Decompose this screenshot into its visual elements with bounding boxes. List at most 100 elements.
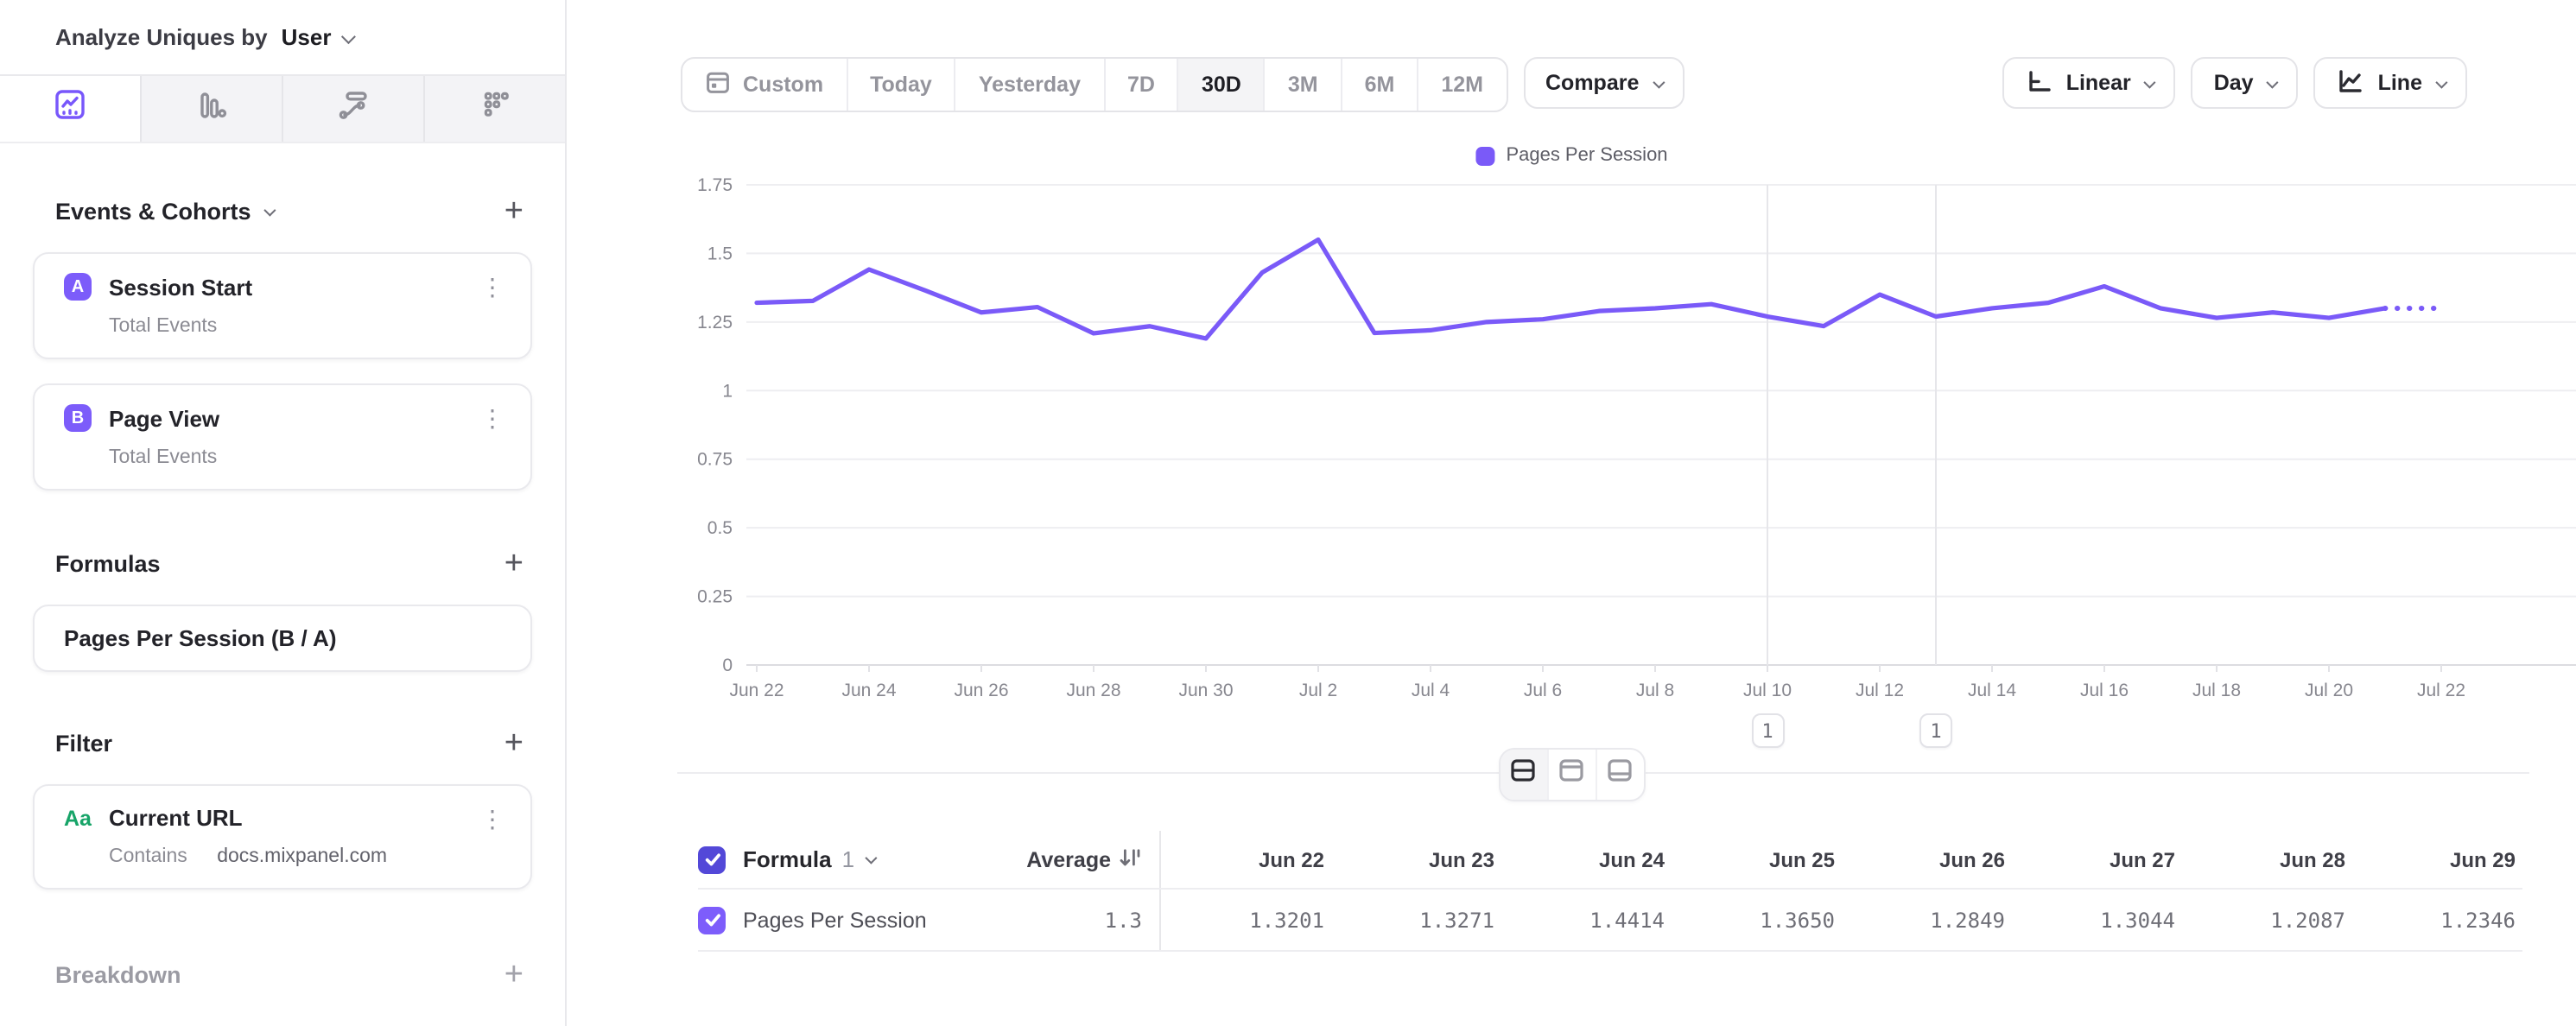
select-all-checkbox[interactable] [698, 846, 726, 873]
analyze-header: Analyze Uniques by User [0, 0, 565, 74]
tab-flow[interactable] [282, 76, 423, 142]
svg-text:Jun 30: Jun 30 [1178, 681, 1233, 700]
events-cohorts-title: Events & Cohorts [55, 199, 274, 225]
chevron-down-icon [864, 852, 876, 864]
svg-text:Jul 22: Jul 22 [2417, 681, 2465, 700]
kebab-menu-icon[interactable]: ⋮ [475, 275, 510, 299]
column-header: Jun 28 [2182, 847, 2352, 871]
filter-card-current-url[interactable]: Aa Current URL ⋮ Contains docs.mixpanel.… [33, 784, 532, 890]
event-card-page-view[interactable]: B Page View ⋮ Total Events [33, 383, 532, 491]
event-aggregation[interactable]: Total Events [109, 447, 510, 468]
formulas-header: Formulas + [0, 548, 565, 580]
layout-table-bottom-button[interactable] [1595, 750, 1643, 800]
line-chart-canvas[interactable]: 00.250.50.7511.251.51.75Jun 22Jun 24Jun … [567, 0, 2576, 712]
results-table: Formula 1 Average [698, 831, 2522, 952]
filter-title: Filter [55, 731, 112, 757]
formula-card[interactable]: Pages Per Session (B / A) [33, 605, 532, 672]
events-cohorts-header: Events & Cohorts + [0, 195, 565, 228]
add-formula-button[interactable]: + [504, 548, 523, 580]
tab-bar-chart[interactable] [140, 76, 282, 142]
report-type-tabs [0, 74, 565, 143]
average-sort-button[interactable]: Average [1026, 846, 1142, 873]
svg-text:Jul 8: Jul 8 [1636, 681, 1674, 700]
event-card-session-start[interactable]: A Session Start ⋮ Total Events [33, 252, 532, 359]
svg-text:Jun 22: Jun 22 [729, 681, 784, 700]
svg-text:Jul 18: Jul 18 [2192, 681, 2241, 700]
tab-dots-grid[interactable] [423, 76, 565, 142]
insights-chart-icon [54, 87, 86, 129]
filter-value[interactable]: docs.mixpanel.com [217, 846, 387, 867]
table-header-row: Formula 1 Average [698, 831, 2522, 890]
chart-top-view-icon [1558, 757, 1585, 793]
table-value: 1.3650 [1672, 908, 1842, 932]
svg-text:1.5: 1.5 [707, 244, 733, 263]
event-aggregation[interactable]: Total Events [109, 316, 510, 337]
add-filter-button[interactable]: + [504, 727, 523, 760]
breakdown-title: Breakdown [55, 962, 181, 988]
table-value: 1.2087 [2182, 908, 2352, 932]
formula-name[interactable]: Pages Per Session (B / A) [64, 625, 510, 651]
formula-group-dropdown[interactable]: Formula 1 [743, 846, 873, 872]
annotation-badge[interactable]: 1 [1919, 713, 1952, 748]
average-value: 1.3 [1105, 908, 1142, 932]
column-header: Jun 26 [1842, 847, 2012, 871]
layout-chart-top-button[interactable] [1546, 750, 1595, 800]
filter-condition[interactable]: Contains docs.mixpanel.com [109, 846, 510, 867]
report-main: Custom Today Yesterday 7D 30D 3M 6M 12M … [567, 0, 2576, 1026]
column-header: Jun 22 [1161, 847, 1331, 871]
svg-text:1: 1 [722, 381, 733, 401]
kebab-menu-icon[interactable]: ⋮ [475, 406, 510, 430]
svg-text:Jul 12: Jul 12 [1856, 681, 1904, 700]
dots-grid-icon [479, 88, 511, 130]
chevron-down-icon[interactable] [264, 205, 276, 217]
svg-text:1.75: 1.75 [697, 175, 733, 195]
analyze-label: Analyze Uniques by [55, 24, 268, 50]
layout-toggle-group [1498, 748, 1645, 801]
event-badge-b: B [64, 404, 92, 432]
chevron-down-icon [340, 28, 355, 43]
filter-operator[interactable]: Contains [109, 846, 187, 867]
layout-split-view-button[interactable] [1500, 750, 1546, 800]
table-value: 1.2849 [1842, 908, 2012, 932]
bar-chart-icon [195, 88, 228, 130]
add-breakdown-button[interactable]: + [504, 959, 523, 991]
table-value: 1.3044 [2012, 908, 2182, 932]
svg-text:0.25: 0.25 [697, 587, 733, 607]
add-event-button[interactable]: + [504, 195, 523, 228]
svg-text:Jul 4: Jul 4 [1412, 681, 1450, 700]
svg-text:Jul 14: Jul 14 [1968, 681, 2016, 700]
svg-text:0.5: 0.5 [707, 518, 733, 538]
split-view-icon [1509, 757, 1537, 793]
annotation-badge[interactable]: 1 [1751, 713, 1784, 748]
event-name[interactable]: Session Start [109, 274, 458, 300]
tab-insights-line[interactable] [0, 76, 140, 142]
filter-header: Filter + [0, 727, 565, 760]
event-name[interactable]: Page View [109, 405, 458, 431]
svg-text:Jul 20: Jul 20 [2305, 681, 2353, 700]
row-checkbox[interactable] [698, 906, 726, 934]
column-header: Jun 29 [2352, 847, 2522, 871]
insights-report: Analyze Uniques by User [0, 0, 2576, 1026]
svg-text:Jul 10: Jul 10 [1743, 681, 1792, 700]
table-value: 1.2346 [2352, 908, 2522, 932]
column-header: Jun 24 [1501, 847, 1672, 871]
series-name: Pages Per Session [743, 908, 927, 932]
table-value: 1.3201 [1161, 908, 1331, 932]
filter-property-name[interactable]: Current URL [109, 805, 458, 831]
table-value: 1.3271 [1331, 908, 1501, 932]
analyze-by-dropdown[interactable]: User [282, 24, 332, 50]
table-value: 1.4414 [1501, 908, 1672, 932]
svg-text:Jun 26: Jun 26 [954, 681, 1008, 700]
svg-text:1.25: 1.25 [697, 313, 733, 332]
kebab-menu-icon[interactable]: ⋮ [475, 806, 510, 830]
breakdown-header: Breakdown + [0, 959, 565, 991]
string-property-icon: Aa [64, 806, 92, 830]
svg-text:Jul 6: Jul 6 [1524, 681, 1562, 700]
query-sidebar: Analyze Uniques by User [0, 0, 567, 1026]
flow-chart-icon [337, 88, 370, 130]
column-header: Jun 23 [1331, 847, 1501, 871]
formulas-title: Formulas [55, 551, 161, 577]
table-bottom-view-icon [1606, 757, 1634, 793]
svg-text:Jul 2: Jul 2 [1299, 681, 1337, 700]
column-header: Jun 25 [1672, 847, 1842, 871]
